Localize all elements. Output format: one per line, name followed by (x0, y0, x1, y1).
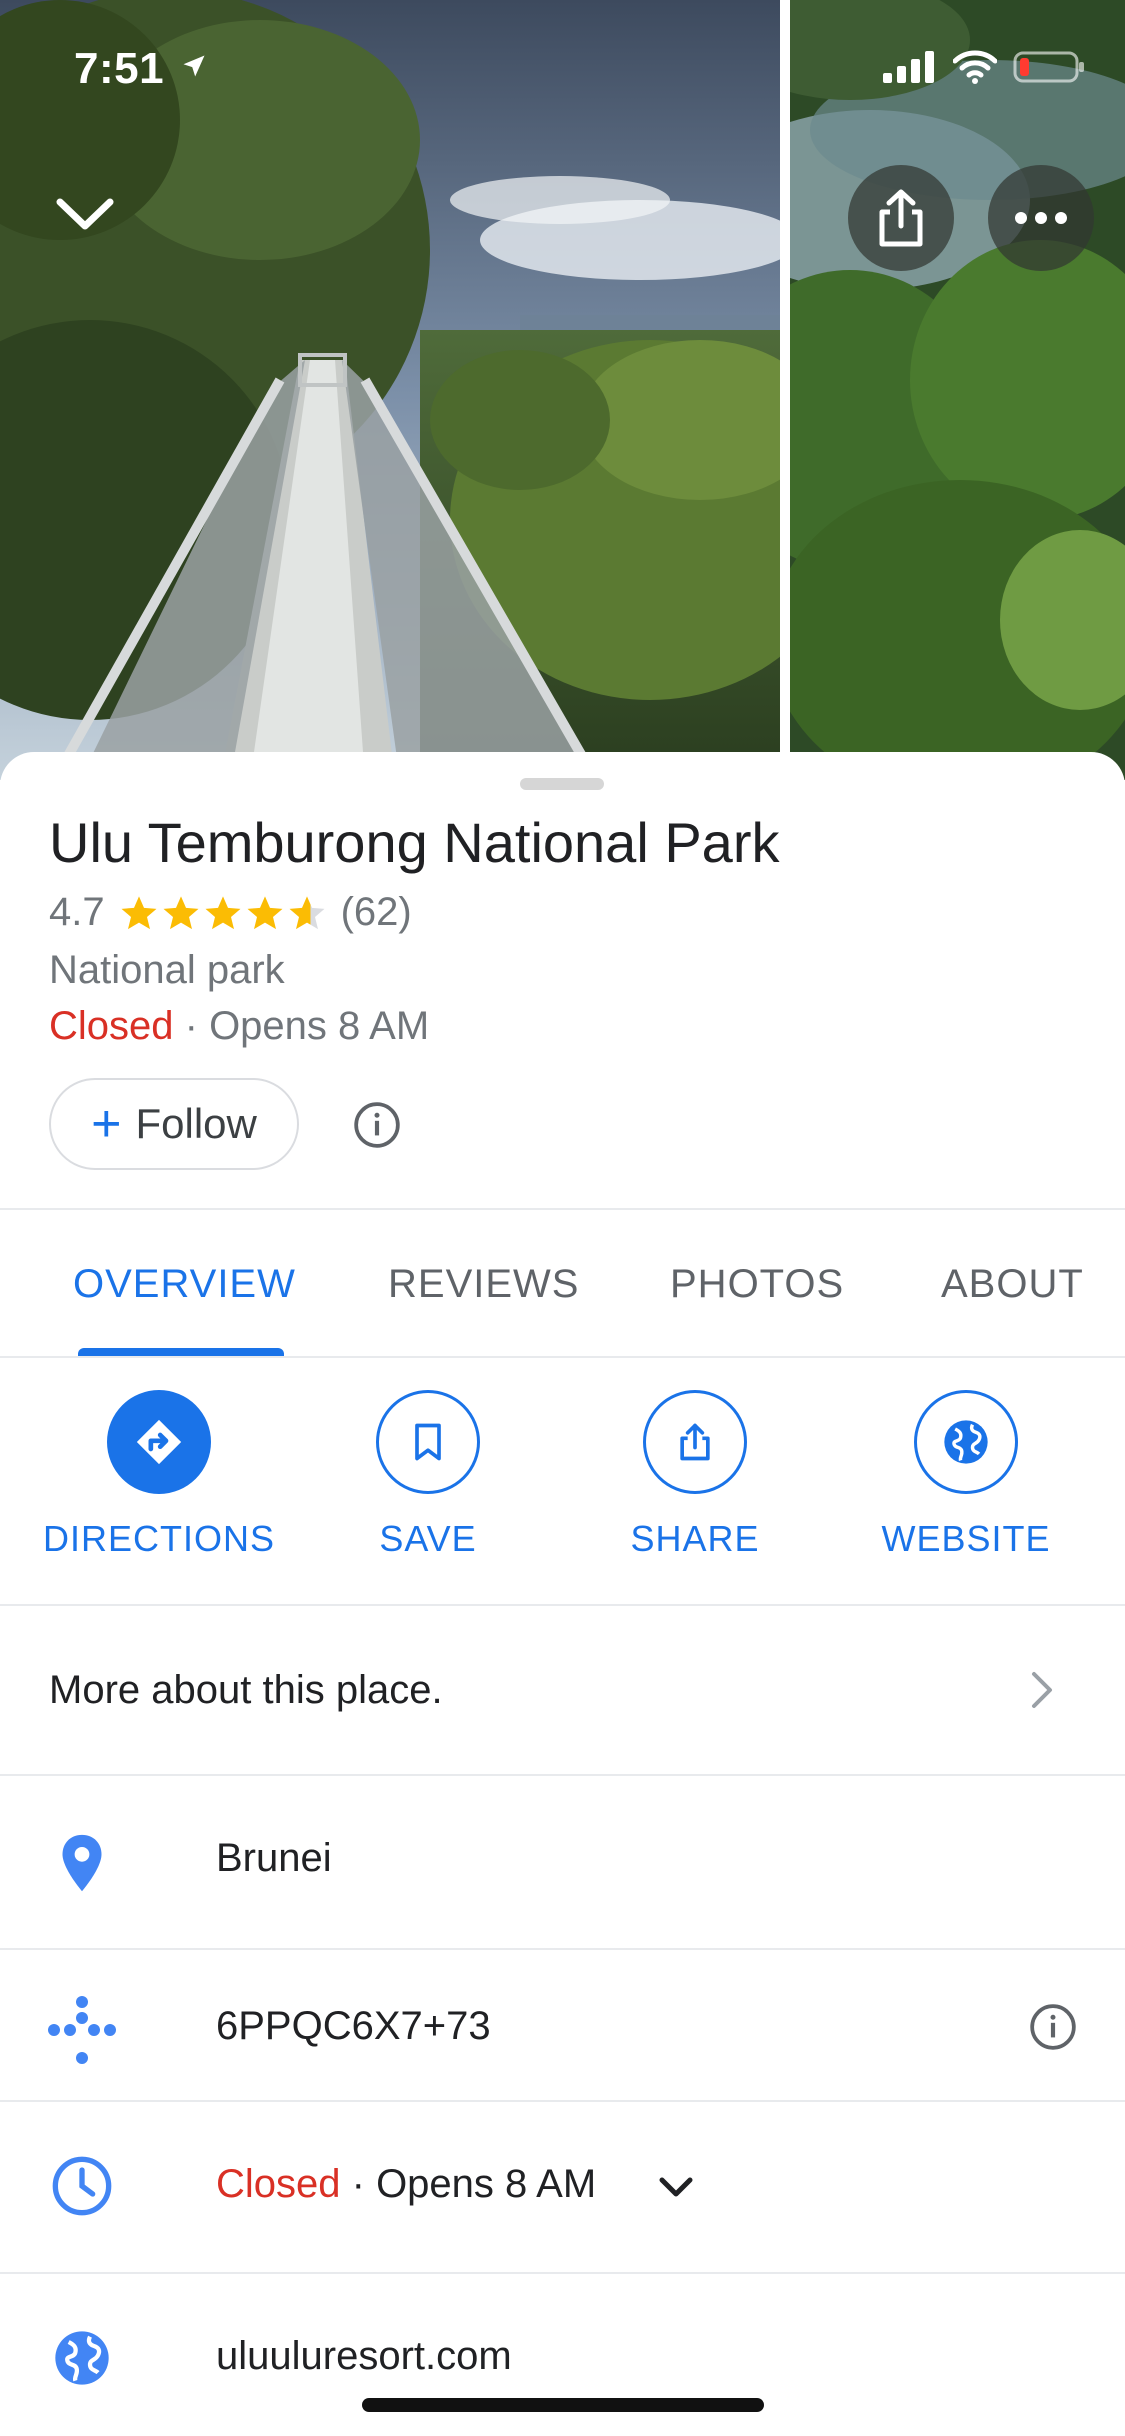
chevron-right-icon (1026, 1668, 1056, 1717)
location-pin-icon (56, 1832, 108, 1899)
plus-icon: + (91, 1095, 122, 1153)
save-label: SAVE (379, 1518, 477, 1559)
info-icon[interactable] (352, 1100, 402, 1155)
place-sheet: Ulu Temburong National Park 4.7 (62) Nat… (0, 752, 1125, 2436)
home-indicator[interactable] (362, 2398, 764, 2412)
place-category: National park (49, 948, 285, 992)
info-icon[interactable] (1028, 2002, 1078, 2057)
share-icon (643, 1390, 747, 1494)
hours-row[interactable]: Closed · Opens 8 AM (0, 2102, 1125, 2272)
star-rating (119, 893, 327, 933)
plus-code-row[interactable]: 6PPQC6X7+73 (0, 1950, 1125, 2100)
photo-carousel[interactable]: 7:51 (0, 0, 1125, 780)
rating-row[interactable]: 4.7 (62) (49, 890, 412, 935)
photo-divider (780, 0, 790, 780)
more-about-label: More about this place. (49, 1668, 443, 1712)
share-button[interactable]: SHARE (575, 1390, 815, 1560)
globe-icon (914, 1390, 1018, 1494)
action-buttons: DIRECTIONS SAVE SHARE WEBSITE (0, 1370, 1125, 1596)
follow-button[interactable]: + Follow (49, 1078, 299, 1170)
bookmark-icon (376, 1390, 480, 1494)
star-icon (247, 895, 283, 929)
signal-icon (883, 51, 937, 83)
website-label: WEBSITE (881, 1518, 1051, 1559)
battery-icon (1013, 50, 1085, 84)
save-button[interactable]: SAVE (308, 1390, 548, 1560)
more-about-row[interactable]: More about this place. (0, 1606, 1125, 1774)
more-options-button[interactable] (988, 165, 1094, 271)
review-count: (62) (340, 890, 412, 934)
rainforest-photo[interactable] (790, 0, 1125, 780)
place-title: Ulu Temburong National Park (49, 811, 780, 874)
plus-code-text: 6PPQC6X7+73 (216, 2004, 491, 2048)
rating-value: 4.7 (49, 890, 105, 934)
star-icon (205, 895, 241, 929)
share-icon (879, 189, 923, 247)
directions-button[interactable]: DIRECTIONS (39, 1390, 279, 1560)
website-button[interactable]: WEBSITE (846, 1390, 1086, 1560)
tab-bar: OVERVIEW REVIEWS PHOTOS ABOUT (0, 1210, 1125, 1358)
star-icon (163, 895, 199, 929)
clock-icon (50, 2154, 114, 2223)
location-arrow-icon (180, 52, 208, 80)
hours-opens-label: · Opens 8 AM (340, 2162, 597, 2206)
status-time: 7:51 (74, 44, 165, 93)
status-icons (883, 50, 1085, 84)
tab-about[interactable]: ABOUT (941, 1262, 1084, 1307)
plus-code-icon (46, 1994, 118, 2071)
open-status: Closed · Opens 8 AM (49, 1004, 429, 1049)
address-text: Brunei (216, 1836, 332, 1880)
half-star-icon (289, 895, 325, 929)
opens-time: · Opens 8 AM (173, 1004, 430, 1048)
collapse-chevron-icon[interactable] (50, 190, 120, 250)
globe-icon (50, 2326, 114, 2395)
directions-icon (107, 1390, 211, 1494)
tab-overview[interactable]: OVERVIEW (73, 1262, 296, 1307)
divider (0, 1356, 1125, 1358)
tab-reviews[interactable]: REVIEWS (388, 1262, 579, 1307)
website-url: uluuluresort.com (216, 2334, 512, 2378)
follow-label: Follow (135, 1100, 257, 1147)
address-row[interactable]: Brunei (0, 1776, 1125, 1948)
share-photo-button[interactable] (848, 165, 954, 271)
drag-handle[interactable] (520, 778, 604, 790)
share-label: SHARE (630, 1518, 760, 1559)
more-dots-icon (1015, 212, 1067, 224)
wifi-icon (953, 50, 997, 84)
chevron-down-icon[interactable] (656, 2172, 696, 2207)
canopy-walkway-photo[interactable] (0, 0, 780, 780)
hours-text: Closed · Opens 8 AM (216, 2162, 596, 2207)
closed-label: Closed (49, 1004, 174, 1048)
tab-photos[interactable]: PHOTOS (670, 1262, 844, 1307)
directions-label: DIRECTIONS (42, 1518, 275, 1559)
hours-closed-label: Closed (216, 2162, 341, 2206)
star-icon (121, 895, 157, 929)
